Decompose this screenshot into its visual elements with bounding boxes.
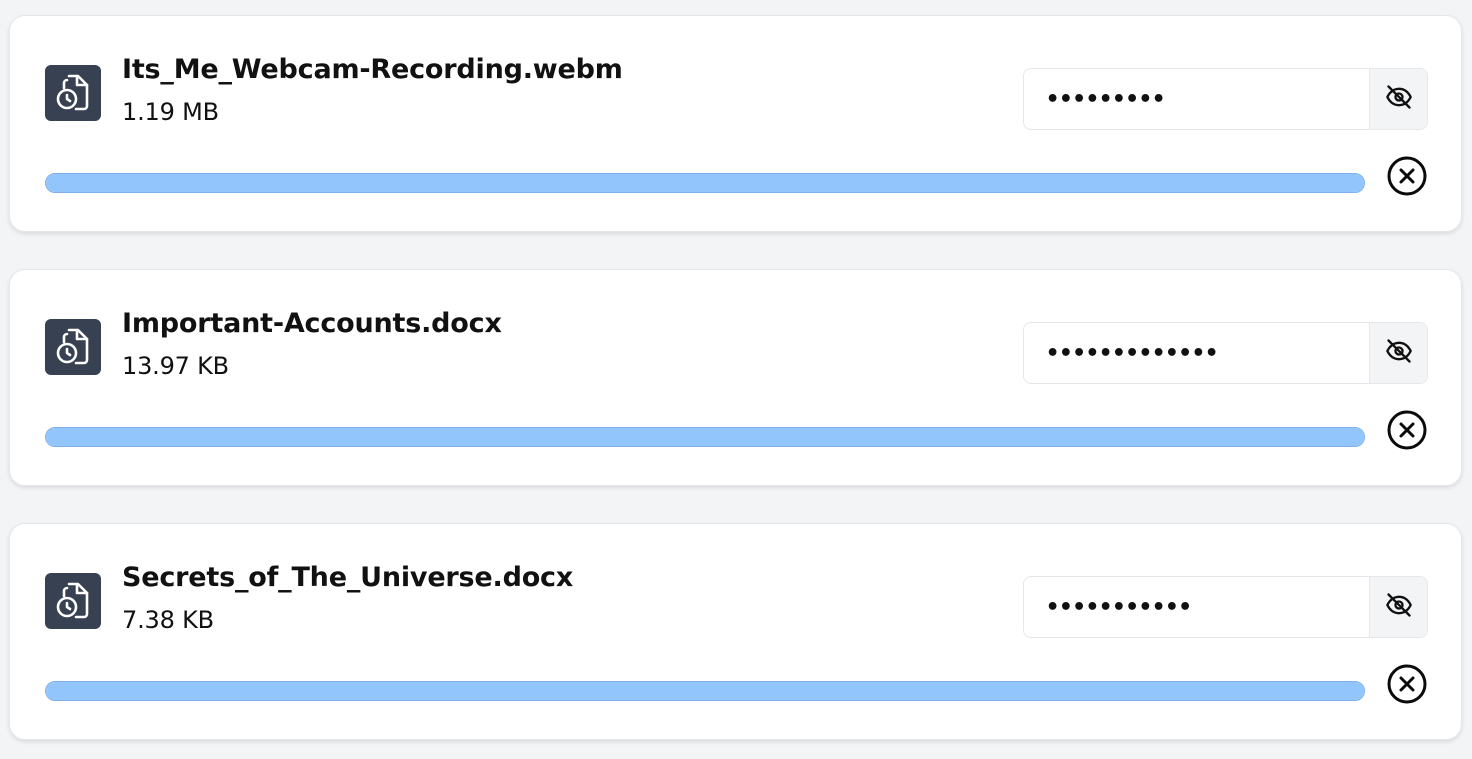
upload-progress-bar xyxy=(45,681,1365,701)
eye-off-icon xyxy=(1385,83,1413,115)
upload-progress-fill xyxy=(46,174,1364,192)
file-size: 13.97 KB xyxy=(122,352,229,380)
file-name: Its_Me_Webcam-Recording.webm xyxy=(122,54,623,85)
toggle-password-visibility-button[interactable] xyxy=(1369,69,1427,129)
close-circle-icon xyxy=(1386,409,1428,455)
password-input[interactable] xyxy=(1024,577,1369,637)
file-clock-icon xyxy=(45,573,101,629)
cancel-upload-button[interactable] xyxy=(1386,155,1428,201)
toggle-password-visibility-button[interactable] xyxy=(1369,577,1427,637)
file-size: 7.38 KB xyxy=(122,606,214,634)
file-size: 1.19 MB xyxy=(122,98,219,126)
upload-progress-fill xyxy=(46,682,1364,700)
toggle-password-visibility-button[interactable] xyxy=(1369,323,1427,383)
password-input[interactable] xyxy=(1024,323,1369,383)
file-card: Secrets_of_The_Universe.docx 7.38 KB xyxy=(9,523,1462,740)
eye-off-icon xyxy=(1385,591,1413,623)
upload-progress-bar xyxy=(45,173,1365,193)
upload-progress-fill xyxy=(46,428,1364,446)
upload-progress-bar xyxy=(45,427,1365,447)
file-card: Important-Accounts.docx 13.97 KB xyxy=(9,269,1462,486)
close-circle-icon xyxy=(1386,155,1428,201)
file-name: Secrets_of_The_Universe.docx xyxy=(122,562,574,593)
file-clock-icon xyxy=(45,319,101,375)
password-field-group xyxy=(1023,576,1428,638)
file-clock-icon xyxy=(45,65,101,121)
close-circle-icon xyxy=(1386,663,1428,709)
file-card: Its_Me_Webcam-Recording.webm 1.19 MB xyxy=(9,15,1462,232)
cancel-upload-button[interactable] xyxy=(1386,663,1428,709)
eye-off-icon xyxy=(1385,337,1413,369)
cancel-upload-button[interactable] xyxy=(1386,409,1428,455)
password-field-group xyxy=(1023,322,1428,384)
file-name: Important-Accounts.docx xyxy=(122,308,502,339)
password-input[interactable] xyxy=(1024,69,1369,129)
password-field-group xyxy=(1023,68,1428,130)
